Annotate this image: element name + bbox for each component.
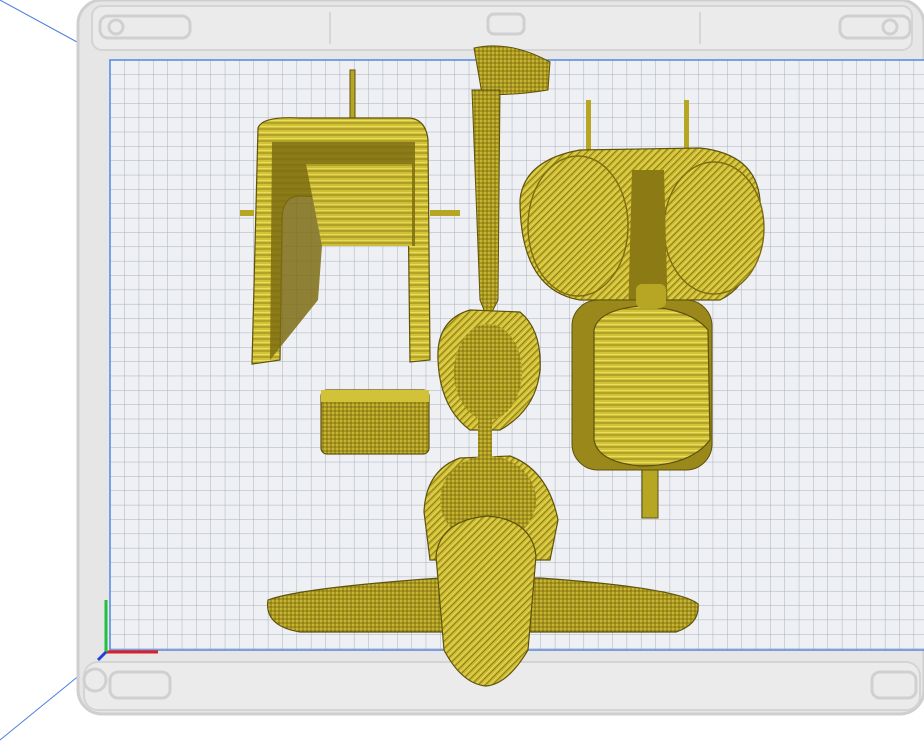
build-plate-viewport[interactable] bbox=[0, 0, 924, 742]
scene-svg[interactable] bbox=[0, 0, 924, 742]
part-short-cylinder[interactable] bbox=[320, 389, 430, 455]
